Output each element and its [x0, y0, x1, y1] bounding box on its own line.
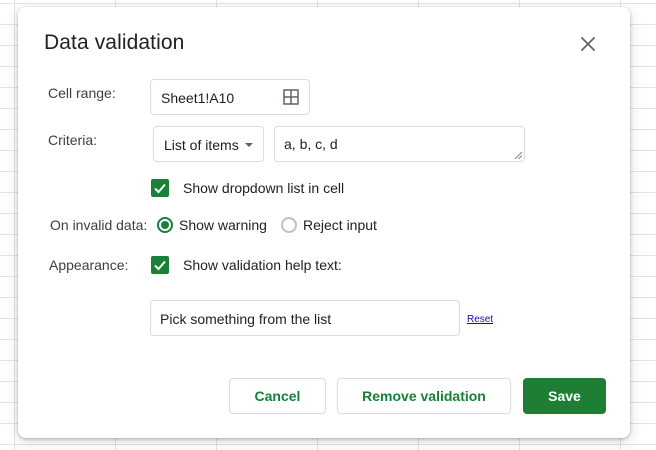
grid-select-icon[interactable] — [283, 89, 299, 105]
criteria-label: Criteria: — [48, 132, 98, 148]
close-icon — [581, 37, 595, 51]
remove-validation-button[interactable]: Remove validation — [337, 378, 511, 414]
cell-range-input[interactable]: Sheet1!A10 — [150, 79, 310, 115]
cancel-button[interactable]: Cancel — [229, 378, 326, 414]
show-dropdown-checkbox[interactable] — [151, 179, 169, 197]
reset-link[interactable]: Reset — [467, 314, 493, 325]
criteria-type-select[interactable]: List of items — [153, 126, 264, 162]
cell-range-label: Cell range: — [48, 85, 116, 101]
resize-handle-icon[interactable] — [515, 152, 522, 159]
show-help-text-checkbox[interactable] — [151, 256, 169, 274]
show-warning-radio[interactable] — [157, 217, 173, 233]
reject-input-radio[interactable] — [281, 217, 297, 233]
list-items-input[interactable]: a, b, c, d — [274, 126, 525, 162]
checkmark-icon — [154, 183, 166, 194]
save-button[interactable]: Save — [523, 378, 606, 414]
close-button[interactable] — [576, 32, 600, 56]
chevron-down-icon — [245, 143, 253, 147]
help-text-value: Pick something from the list — [160, 311, 332, 327]
appearance-label: Appearance: — [49, 257, 129, 273]
dialog-title: Data validation — [44, 31, 185, 54]
criteria-type-value: List of items — [164, 137, 239, 153]
data-validation-dialog: Data validation Cell range: Sheet1!A10 C… — [18, 7, 630, 438]
checkmark-icon — [154, 260, 166, 271]
list-items-value: a, b, c, d — [284, 136, 338, 152]
cell-range-value: Sheet1!A10 — [161, 90, 235, 106]
show-warning-label[interactable]: Show warning — [179, 217, 267, 233]
show-help-text-label: Show validation help text: — [183, 257, 342, 273]
help-text-input[interactable]: Pick something from the list — [150, 300, 460, 336]
show-dropdown-label: Show dropdown list in cell — [183, 180, 345, 196]
reject-input-label[interactable]: Reject input — [303, 217, 377, 233]
invalid-data-label: On invalid data: — [50, 217, 148, 233]
